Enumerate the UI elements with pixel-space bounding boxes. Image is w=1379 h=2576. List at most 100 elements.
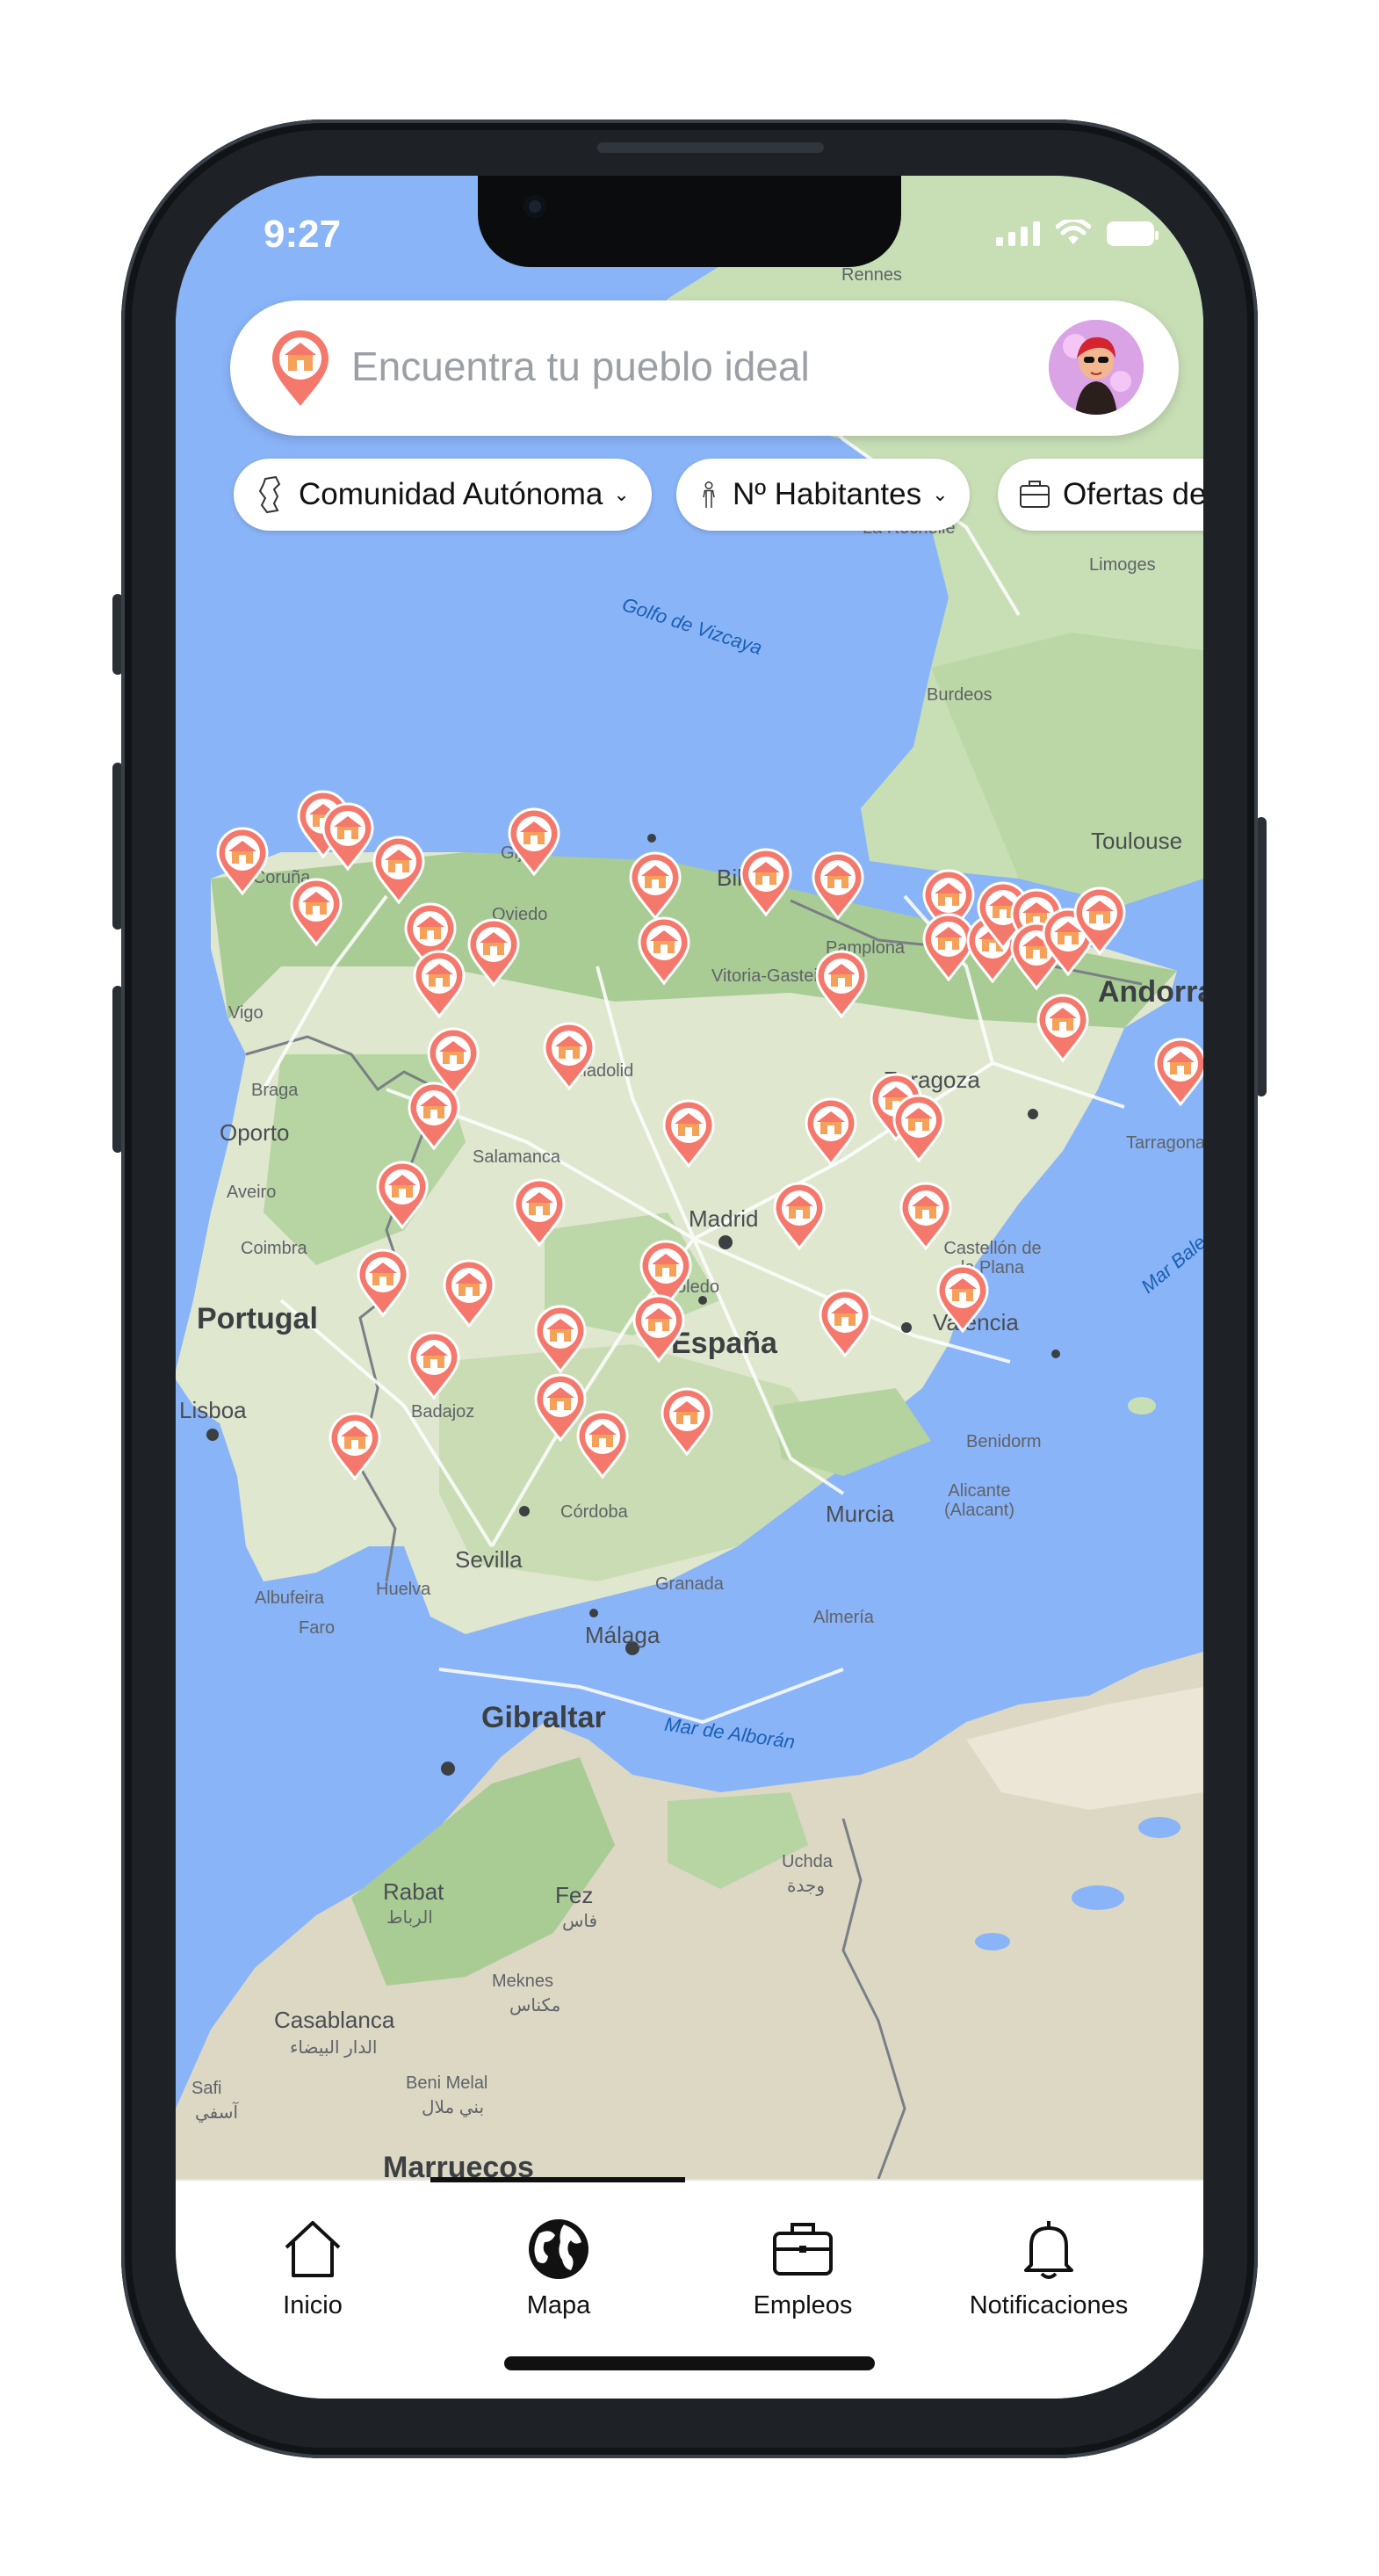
map-label-espana: España [671,1327,777,1360]
town-pin-icon[interactable] [507,807,561,876]
town-pin-icon[interactable] [811,851,865,920]
filter-chip-ofertas[interactable]: Ofertas de [998,459,1203,531]
map-label-tarragona: Tarragona [1126,1133,1203,1153]
town-pin-icon[interactable] [772,1182,827,1250]
map-label-malaga: Málaga [585,1622,661,1648]
town-pin-icon[interactable] [442,1259,496,1328]
tab-mapa[interactable]: Mapa [444,2216,673,2320]
map-label-cordoba: Córdoba [560,1502,628,1522]
town-pin-icon[interactable] [542,1022,596,1090]
map-label-safi: Safi [191,2079,222,2098]
town-pin-icon[interactable] [804,1097,858,1166]
town-pin-icon[interactable] [661,1099,716,1168]
town-pin-icon[interactable] [407,1331,461,1400]
tab-notificaciones[interactable]: Notificaciones [935,2216,1163,2320]
map-label-casablanca-ar: الدار البيضاء [290,2038,378,2058]
map-label-toulouse: Toulouse [1091,828,1183,854]
active-tab-indicator [430,2177,685,2182]
home-indicator [504,2356,875,2370]
user-avatar[interactable] [1049,320,1144,415]
search-bar[interactable]: Encuentra tu pueblo ideal [230,300,1179,436]
map-label-almeria: Almería [813,1608,874,1627]
status-icons [996,220,1159,246]
map-label-uchda: Uchda [782,1852,833,1871]
briefcase-icon [773,2223,833,2276]
map-label-gibraltar: Gibraltar [481,1701,606,1734]
town-pin-icon[interactable] [628,851,682,920]
map-label-vigo: Vigo [228,1003,264,1023]
filter-label-habitantes: Nº Habitantes [733,477,922,511]
town-pin-icon[interactable] [407,1082,461,1150]
town-pin-icon[interactable] [1153,1038,1203,1106]
map-label-uchda-ar: وجدة [787,1877,825,1896]
town-pin-icon[interactable] [660,1387,714,1456]
town-pin-icon[interactable] [899,1182,953,1250]
map-label-rabat-ar: الرباط [386,1908,433,1928]
filter-chip-habitantes[interactable]: Nº Habitantes ⌄ [676,459,970,531]
map-label-fez: Fez [555,1882,594,1908]
bell-icon [1024,2221,1073,2279]
town-pin-icon[interactable] [412,950,466,1018]
filter-label-ofertas: Ofertas de [1063,477,1203,511]
town-pin-icon[interactable] [892,1094,946,1162]
pin-house-icon [272,330,329,406]
town-pin-icon[interactable] [375,1161,430,1229]
town-pin-icon[interactable] [818,1289,872,1357]
map-label-beni-melal: Beni Melal [406,2073,488,2093]
map-label-casablanca: Casablanca [274,2007,395,2033]
person-icon [703,481,715,508]
map-label-andorra: Andorra [1098,975,1203,1009]
map-label-granada: Granada [655,1574,724,1594]
filter-label-comunidad: Comunidad Autónoma [299,477,603,511]
avatar-illustration [1049,320,1144,415]
town-pin-icon[interactable] [935,1264,990,1333]
chevron-down-icon: ⌄ [613,483,630,505]
map-region-icon [258,475,281,514]
town-pin-icon[interactable] [328,1412,382,1480]
map-label-meknes-ar: مكناس [509,1996,561,2015]
town-pin-icon[interactable] [1072,886,1127,955]
tab-label-empleos: Empleos [753,2291,853,2319]
map-label-salamanca: Salamanca [473,1147,561,1167]
wifi-icon [1056,220,1091,244]
home-icon [285,2221,341,2277]
town-pin-icon[interactable] [356,1248,410,1317]
status-time: 9:27 [264,213,342,256]
town-pin-icon[interactable] [372,836,426,904]
map-label-safi-ar: آسفي [195,2103,239,2123]
map-label-rennes: Rennes [841,265,902,285]
town-pin-icon[interactable] [512,1178,567,1247]
filter-chip-comunidad[interactable]: Comunidad Autónoma ⌄ [234,459,652,531]
town-pin-icon[interactable] [1036,994,1090,1062]
town-pin-icon[interactable] [321,802,375,871]
town-pin-icon[interactable] [814,950,869,1018]
town-pin-icon[interactable] [739,848,793,916]
chevron-down-icon: ⌄ [932,483,949,505]
map-label-rabat: Rabat [383,1878,444,1905]
app-screen: Rennes La Rochelle Limoges Burdeos Toulo… [176,176,1203,2399]
tab-label-inicio: Inicio [283,2291,343,2319]
speaker-grille [597,142,824,153]
map-label-meknes: Meknes [492,1972,554,1991]
town-pin-icon[interactable] [533,1305,588,1373]
map-label-fez-ar: فاس [562,1912,598,1931]
town-pin-icon[interactable] [632,1294,686,1363]
briefcase-icon [1020,481,1050,508]
town-pin-icon[interactable] [575,1410,630,1479]
map-label-lisboa: Lisboa [179,1397,247,1423]
town-pin-icon[interactable] [215,827,270,895]
camera-notch [478,176,901,267]
cellular-signal-icon [996,220,1040,246]
map-label-burdeos: Burdeos [927,685,993,705]
town-pin-icon[interactable] [466,918,521,987]
map-label-coimbra: Coimbra [241,1239,307,1258]
tab-empleos[interactable]: Empleos [689,2216,917,2320]
town-pin-icon[interactable] [289,878,343,946]
map-label-murcia: Murcia [826,1501,895,1527]
tab-inicio[interactable]: Inicio [199,2216,427,2320]
battery-icon [1107,221,1159,246]
map-label-limoges: Limoges [1089,555,1156,575]
front-camera [523,195,546,218]
search-input[interactable]: Encuentra tu pueblo ideal [351,343,810,390]
town-pin-icon[interactable] [637,916,691,985]
